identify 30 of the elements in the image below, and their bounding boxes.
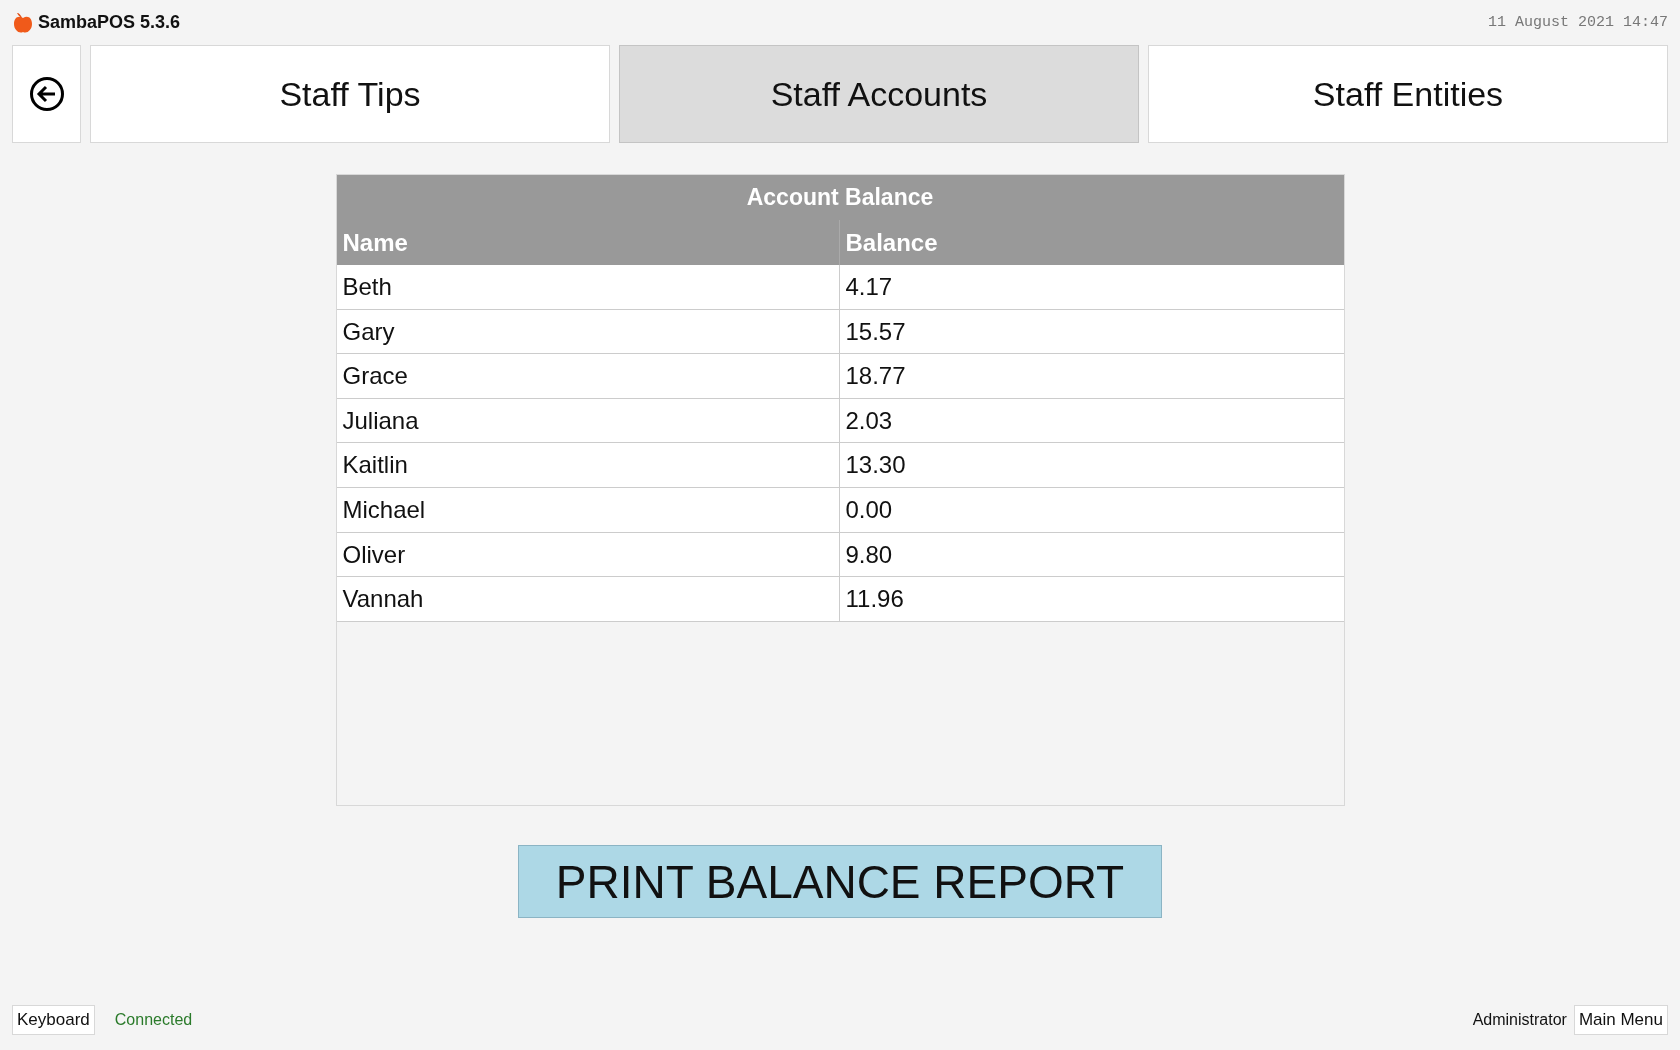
table-cell: 4.17 [838,265,1344,309]
table-cell-text: Oliver [341,539,407,570]
tab[interactable]: Staff Tips [90,45,610,143]
table-cell-text: Kaitlin [341,450,409,481]
table-cell: 9.80 [838,532,1344,577]
date-time: 11 August 2021 14:47 [1487,14,1668,31]
apple-logo-icon [12,11,34,34]
table-cell-text: Beth [341,272,393,302]
connection-status: Connected [114,1011,193,1029]
table-cell-text: Vannah [341,584,425,615]
table-cell-text: Gary [341,316,396,347]
table-cell: 18.77 [838,354,1344,398]
tab[interactable]: Staff Accounts [619,45,1139,143]
print-report-button[interactable]: PRINT BALANCE REPORT [518,845,1162,918]
table-cell-text: Grace [341,361,409,392]
app-title: SambaPOS 5.3.6 [38,12,181,33]
tab[interactable]: Staff Entities [1148,45,1668,143]
table-cell-text: Juliana [341,405,420,436]
table-cell: 11.96 [838,577,1344,621]
user-name: Administrator [1472,1011,1567,1029]
keyboard-button[interactable]: Keyboard [12,1005,95,1035]
table-cell: 15.57 [838,309,1344,354]
table-cell: 2.03 [838,398,1344,443]
table-cell: 0.00 [838,487,1344,532]
main-menu-button[interactable]: Main Menu [1573,1005,1668,1035]
column-header: Name [341,228,409,258]
table-title: Account Balance [745,183,935,212]
back-button[interactable] [12,45,81,143]
table-cell: 13.30 [838,443,1344,487]
table-cell-text: Michael [341,494,427,525]
